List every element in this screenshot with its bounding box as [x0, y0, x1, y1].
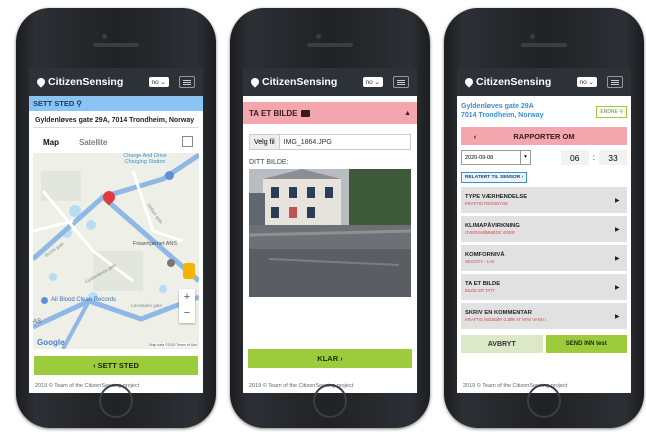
- section-title: TA ET BILDE: [249, 108, 298, 118]
- map-attribution[interactable]: Map data ©2020 Terms of Use: [149, 343, 197, 347]
- brand[interactable]: CitizenSensing: [463, 76, 577, 88]
- map-edge-label: AS: [33, 319, 42, 325]
- poi-label-records: All Blood Clean Records: [51, 297, 117, 303]
- poi-label-charging: Charge And Drive Charging Station: [123, 153, 167, 165]
- zoom-in-button[interactable]: +: [179, 289, 195, 305]
- report-sections: TYPE VÆRHENDELSE KRAFTIG REGNBYGE ▶ KLIMA…: [457, 187, 631, 329]
- choose-file-button[interactable]: Velg fil: [250, 135, 280, 149]
- language-select[interactable]: no ⌄: [576, 77, 597, 87]
- map-view[interactable]: Map Satellite Charge And Drive Charging …: [33, 131, 199, 349]
- previous-arrow-icon[interactable]: ‹: [461, 132, 489, 141]
- section-title: SETT STED ⚲: [29, 96, 203, 111]
- report-header: ‹ RAPPORTER OM: [461, 127, 627, 145]
- home-button[interactable]: [527, 384, 561, 418]
- set-location-button[interactable]: ‹ SETT STED: [34, 356, 198, 375]
- camera-dot: [316, 34, 321, 39]
- selected-location: Gyldenløves gate 29A 7014 Trondheim, Nor…: [457, 96, 631, 124]
- poi-marker-icon[interactable]: [165, 171, 174, 180]
- cancel-button[interactable]: AVBRYT: [461, 335, 543, 353]
- file-picker: Velg fil IMG_1864.JPG: [249, 134, 411, 150]
- hour-input[interactable]: 06: [560, 150, 589, 165]
- chevron-right-icon: ▶: [615, 284, 620, 291]
- location-pin-icon: [35, 76, 47, 88]
- related-sensor-button[interactable]: RELATERT TIL SENSOR ›: [461, 172, 528, 183]
- screen-take-photo: CitizenSensing no ⌄ TA ET BILDE ▲ Velg f…: [243, 68, 417, 393]
- street-label: Løvstaden gate: [131, 303, 163, 308]
- accordion-climate-impact[interactable]: KLIMAPÅVIRKNING OVERSVØMMEDE VEIER ▶: [461, 216, 627, 242]
- brand-name: CitizenSensing: [262, 76, 338, 88]
- chevron-right-icon: ▶: [615, 255, 620, 262]
- camera-dot: [102, 34, 107, 39]
- home-button[interactable]: [313, 384, 347, 418]
- minute-input[interactable]: 33: [599, 150, 627, 165]
- accordion-take-photo[interactable]: TA ET BILDE BILDE ER TATT ▶: [461, 274, 627, 300]
- chevron-right-icon: ▶: [615, 197, 620, 204]
- datetime-row: 2020-09-08 ▾ 06 : 33: [461, 150, 627, 165]
- google-logo: Google: [37, 338, 65, 347]
- poi-records-icon[interactable]: [41, 297, 48, 304]
- language-select[interactable]: no ⌄: [362, 77, 383, 87]
- pegman-icon[interactable]: [183, 263, 195, 279]
- submit-button[interactable]: SEND INN test: [545, 335, 627, 353]
- brand-name: CitizenSensing: [48, 76, 124, 88]
- zoom-out-button[interactable]: −: [179, 305, 195, 321]
- menu-icon[interactable]: [607, 76, 623, 88]
- chevron-right-icon: ▶: [615, 313, 620, 320]
- section-header[interactable]: TA ET BILDE ▲: [243, 102, 417, 124]
- report-title: RAPPORTER OM: [513, 131, 575, 141]
- speaker-grille: [521, 43, 567, 47]
- location-text: Gyldenløves gate 29A 7014 Trondheim, Nor…: [461, 103, 544, 119]
- map-type-tabs: Map Satellite: [33, 131, 199, 153]
- date-input[interactable]: 2020-09-08 ▾: [461, 150, 531, 165]
- phone-2: CitizenSensing no ⌄ TA ET BILDE ▲ Velg f…: [230, 8, 430, 428]
- accordion-comfort-level[interactable]: KOMFORNIVÅ NEGATIV - LAV ▶: [461, 245, 627, 271]
- location-pin-icon: [249, 76, 261, 88]
- location-pin-icon: [463, 76, 475, 88]
- map-pin-icon: ⚲: [76, 99, 82, 108]
- poi-shop-icon[interactable]: [167, 259, 175, 267]
- tab-satellite[interactable]: Satellite: [69, 138, 117, 147]
- chevron-down-icon[interactable]: ▾: [520, 151, 530, 164]
- screen-set-location: CitizenSensing no ⌄ SETT STED ⚲ Gyldenlø…: [29, 68, 203, 393]
- app-bar: CitizenSensing no ⌄: [29, 68, 203, 96]
- poi-label-shop: Frisørhjørnet ANS: [133, 241, 178, 247]
- photo-preview: [249, 169, 411, 297]
- time-separator: :: [592, 153, 595, 162]
- home-button[interactable]: [99, 384, 133, 418]
- ready-button[interactable]: KLAR ›: [248, 349, 412, 368]
- fullscreen-icon[interactable]: [182, 136, 193, 147]
- accordion-weather-type[interactable]: TYPE VÆRHENDELSE KRAFTIG REGNBYGE ▶: [461, 187, 627, 213]
- address-input[interactable]: Gyldenløves gate 29A, 7014 Trondheim, No…: [33, 114, 199, 128]
- collapse-icon[interactable]: ▲: [404, 110, 411, 117]
- speaker-grille: [307, 43, 353, 47]
- zoom-control: + −: [179, 289, 195, 323]
- phone-1: CitizenSensing no ⌄ SETT STED ⚲ Gyldenlø…: [16, 8, 216, 428]
- edit-location-button[interactable]: ENDRE ⚲: [596, 106, 627, 118]
- camera-icon: [301, 109, 311, 117]
- speaker-grille: [93, 43, 139, 47]
- tab-map[interactable]: Map: [33, 138, 69, 147]
- chevron-right-icon: ▶: [615, 226, 620, 233]
- accordion-comment[interactable]: SKRIV EN KOMMENTAR KRAFTIG NEDBØR GJØR AT…: [461, 303, 627, 329]
- menu-icon[interactable]: [393, 76, 409, 88]
- phone-3: CitizenSensing no ⌄ Gyldenløves gate 29A…: [444, 8, 644, 428]
- language-select[interactable]: no ⌄: [148, 77, 169, 87]
- brand[interactable]: CitizenSensing: [35, 76, 149, 88]
- photo-image: [249, 169, 411, 297]
- file-name: IMG_1864.JPG: [283, 138, 332, 146]
- brand-name: CitizenSensing: [476, 76, 552, 88]
- screen-report: CitizenSensing no ⌄ Gyldenløves gate 29A…: [457, 68, 631, 393]
- brand[interactable]: CitizenSensing: [249, 76, 363, 88]
- camera-dot: [530, 34, 535, 39]
- action-buttons: AVBRYT SEND INN test: [461, 335, 627, 353]
- menu-icon[interactable]: [179, 76, 195, 88]
- photo-label: DITT BILDE:: [249, 159, 289, 166]
- app-bar: CitizenSensing no ⌄: [243, 68, 417, 96]
- app-bar: CitizenSensing no ⌄: [457, 68, 631, 96]
